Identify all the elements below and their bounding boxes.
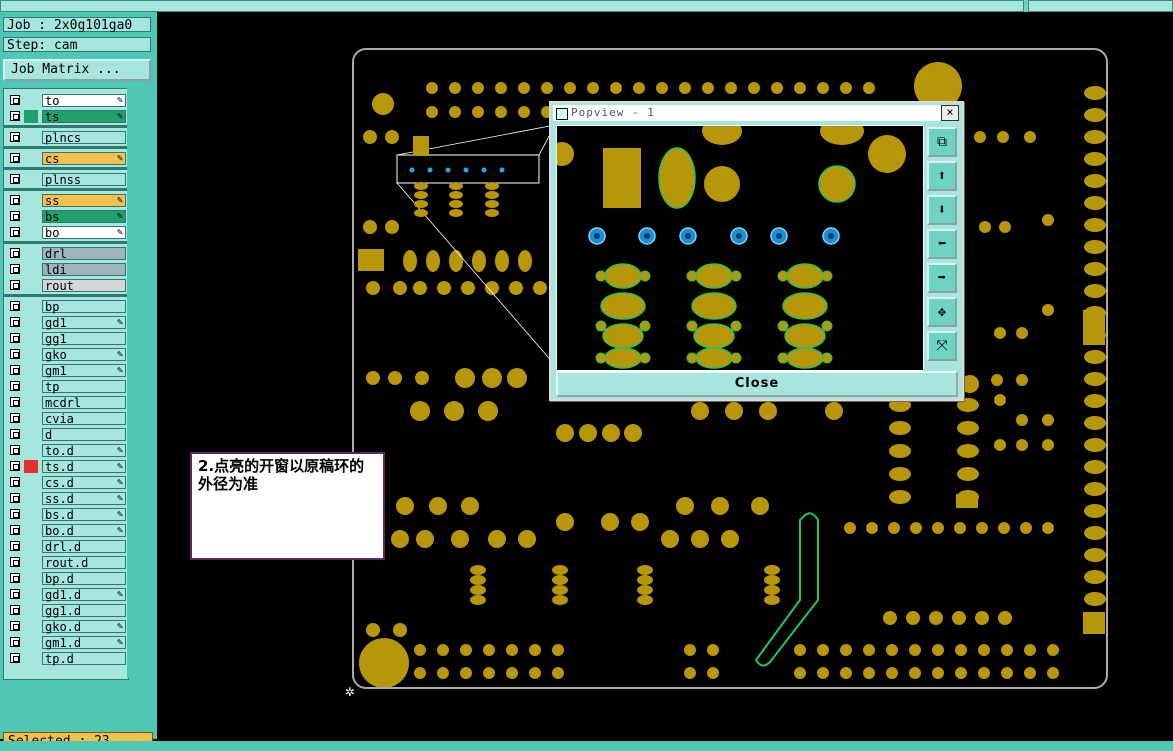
zoom-pad bbox=[730, 352, 742, 364]
zoom-pad bbox=[784, 323, 826, 349]
zoom-pad bbox=[557, 142, 574, 166]
zoom-pad bbox=[818, 165, 856, 203]
zoom-pad bbox=[868, 135, 906, 173]
zoom-pad bbox=[786, 263, 824, 289]
zoom-pad bbox=[776, 233, 782, 239]
zoom-pad bbox=[600, 292, 646, 320]
zoom-out-icon[interactable]: ⤧ bbox=[927, 331, 957, 361]
zoom-pad bbox=[782, 292, 828, 320]
zoom-pad bbox=[777, 352, 789, 364]
popview-title: Popview - 1 bbox=[553, 105, 943, 121]
zoom-pad bbox=[658, 147, 696, 209]
zoom-pad bbox=[704, 166, 740, 202]
zoom-pad bbox=[695, 263, 733, 289]
popview-close-x-button[interactable]: × bbox=[941, 105, 959, 121]
popview-window: Popview - 1 × ⧉ ⬆ ⬇ ⬅ ➡ ✥ ⤧ Close bbox=[549, 101, 964, 401]
zoom-pad bbox=[639, 270, 651, 282]
zoom-pad bbox=[820, 126, 864, 145]
popview-tools: ⧉ ⬆ ⬇ ⬅ ➡ ✥ ⤧ bbox=[927, 127, 959, 365]
window-icon bbox=[556, 108, 568, 120]
popview-zoom-canvas bbox=[557, 126, 906, 369]
popview-zoom-view[interactable] bbox=[556, 125, 924, 371]
zoom-pad bbox=[695, 347, 733, 369]
zoom-pad bbox=[639, 320, 651, 332]
zoom-pad bbox=[821, 352, 833, 364]
zoom-pad bbox=[702, 126, 742, 145]
zoom-pad bbox=[594, 233, 600, 239]
pan-down-icon[interactable]: ⬇ bbox=[927, 195, 957, 225]
zoom-pad bbox=[604, 263, 642, 289]
pan-left-icon[interactable]: ⬅ bbox=[927, 229, 957, 259]
zoom-pad bbox=[691, 292, 737, 320]
zoom-pad bbox=[686, 270, 698, 282]
pan-up-icon[interactable]: ⬆ bbox=[927, 161, 957, 191]
zoom-pad bbox=[828, 233, 834, 239]
pan-right-icon[interactable]: ➡ bbox=[927, 263, 957, 293]
zoom-pad bbox=[686, 352, 698, 364]
popview-close-button[interactable]: Close bbox=[556, 371, 958, 397]
zoom-pad bbox=[786, 347, 824, 369]
zoom-pad bbox=[604, 347, 642, 369]
zoom-pad bbox=[693, 323, 735, 349]
zoom-pad bbox=[686, 320, 698, 332]
zoom-pad bbox=[644, 233, 650, 239]
zoom-pad bbox=[821, 320, 833, 332]
zoom-pad bbox=[730, 270, 742, 282]
zoom-fit-icon[interactable]: ⧉ bbox=[927, 127, 957, 157]
popview-title-text: Popview - 1 bbox=[571, 106, 655, 119]
zoom-pad bbox=[685, 233, 691, 239]
zoom-pad bbox=[595, 320, 607, 332]
zoom-in-icon[interactable]: ✥ bbox=[927, 297, 957, 327]
annotation-callout: 2.点亮的开窗以原稿环的外径为准 bbox=[190, 452, 385, 560]
zoom-pad bbox=[603, 148, 641, 208]
zoom-pad bbox=[602, 323, 644, 349]
zoom-pad bbox=[777, 320, 789, 332]
zoom-pad bbox=[736, 233, 742, 239]
zoom-pad bbox=[595, 352, 607, 364]
zoom-pad bbox=[730, 320, 742, 332]
zoom-pad bbox=[777, 270, 789, 282]
crosshair-cursor-icon: ✲ bbox=[345, 681, 355, 700]
zoom-pad bbox=[639, 352, 651, 364]
zoom-pad bbox=[821, 270, 833, 282]
zoom-pad bbox=[595, 270, 607, 282]
